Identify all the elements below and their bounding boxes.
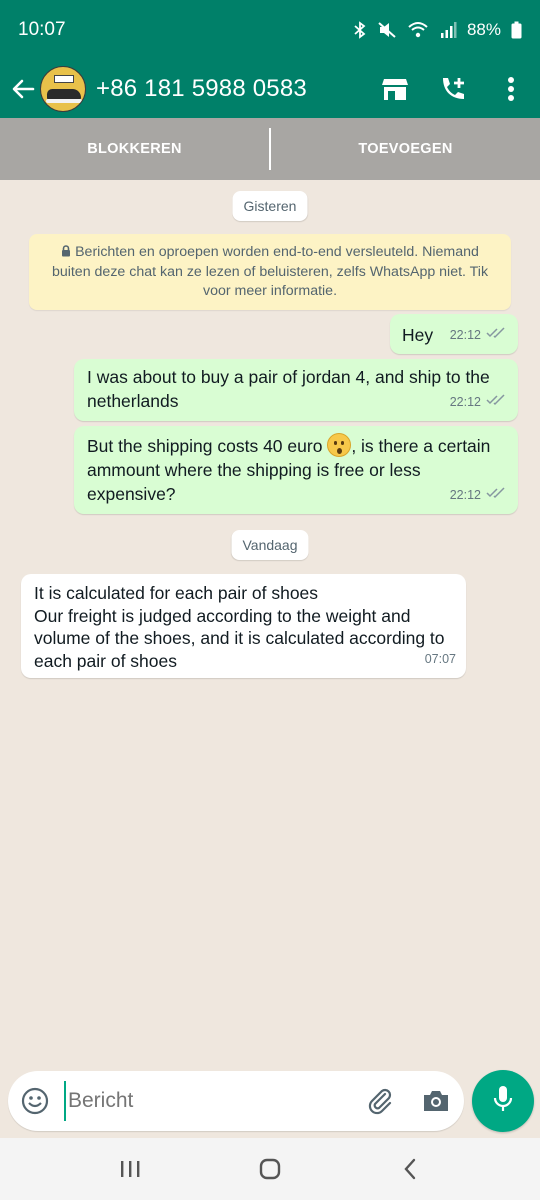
message-meta: 22:12 — [450, 483, 506, 507]
message-incoming[interactable]: It is calculated for each pair of shoes … — [21, 574, 466, 678]
date-separator-today: Vandaag — [231, 530, 309, 560]
chat-header: +86 181 5988 0583 — [0, 60, 540, 118]
message-text: But the shipping costs 40 euro , is ther… — [87, 433, 502, 506]
message-text: I was about to buy a pair of jordan 4, a… — [87, 367, 490, 411]
status-bar: 10:07 88% — [0, 0, 540, 60]
message-time: 22:12 — [449, 395, 481, 409]
emoji-icon[interactable] — [8, 1074, 62, 1128]
camera-icon[interactable] — [408, 1074, 464, 1128]
avatar[interactable] — [40, 66, 86, 112]
home-icon[interactable] — [240, 1144, 300, 1194]
message-composer — [8, 1071, 464, 1131]
message-time: 22:12 — [449, 328, 481, 342]
more-options-icon[interactable] — [482, 60, 540, 118]
message-meta: 22:12 — [450, 390, 506, 414]
message-time: 22:12 — [449, 488, 481, 502]
back-nav-icon[interactable] — [380, 1144, 440, 1194]
message-text: Hey — [402, 325, 434, 345]
status-icons: 88% — [353, 20, 522, 40]
message-input[interactable] — [64, 1081, 352, 1121]
chat-area[interactable]: Gisteren Berichten en oproepen worden en… — [0, 180, 540, 1068]
wifi-icon — [407, 21, 429, 39]
system-navigation-bar — [0, 1138, 540, 1200]
mic-button[interactable] — [472, 1070, 534, 1132]
encryption-notice[interactable]: Berichten en oproepen worden end-to-end … — [29, 234, 511, 310]
message-outgoing[interactable]: Hey 22:12 — [390, 314, 518, 354]
store-icon[interactable] — [366, 60, 424, 118]
back-arrow-icon[interactable] — [8, 74, 38, 104]
block-button[interactable]: BLOKKEREN — [0, 141, 269, 157]
battery-level: 88% — [466, 20, 501, 39]
double-check-icon — [486, 390, 506, 414]
hushed-face-emoji-icon — [327, 433, 352, 457]
message-meta: 22:12 — [450, 323, 506, 347]
signal-icon — [439, 21, 457, 39]
unknown-contact-actions: BLOKKEREN TOEVOEGEN — [0, 118, 540, 180]
double-check-icon — [486, 483, 506, 507]
message-outgoing[interactable]: But the shipping costs 40 euro , is ther… — [74, 426, 518, 514]
battery-icon — [511, 21, 522, 39]
encryption-text: Berichten en oproepen worden end-to-end … — [51, 244, 489, 299]
message-outgoing[interactable]: I was about to buy a pair of jordan 4, a… — [74, 359, 518, 421]
double-check-icon — [486, 323, 506, 347]
contact-name[interactable]: +86 181 5988 0583 — [96, 75, 307, 103]
message-time: 07:07 — [424, 652, 456, 666]
status-time: 10:07 — [18, 19, 66, 40]
microphone-icon — [492, 1085, 514, 1118]
date-separator-yesterday: Gisteren — [232, 191, 308, 221]
recent-apps-icon[interactable] — [100, 1144, 160, 1194]
lock-icon — [61, 244, 71, 263]
message-text: It is calculated for each pair of shoes … — [34, 583, 445, 671]
attach-icon[interactable] — [352, 1074, 408, 1128]
message-meta: 07:07 — [425, 647, 456, 671]
add-contact-button[interactable]: TOEVOEGEN — [271, 141, 540, 157]
add-call-icon[interactable] — [424, 60, 482, 118]
mute-icon — [377, 21, 397, 39]
bluetooth-icon — [353, 21, 367, 39]
